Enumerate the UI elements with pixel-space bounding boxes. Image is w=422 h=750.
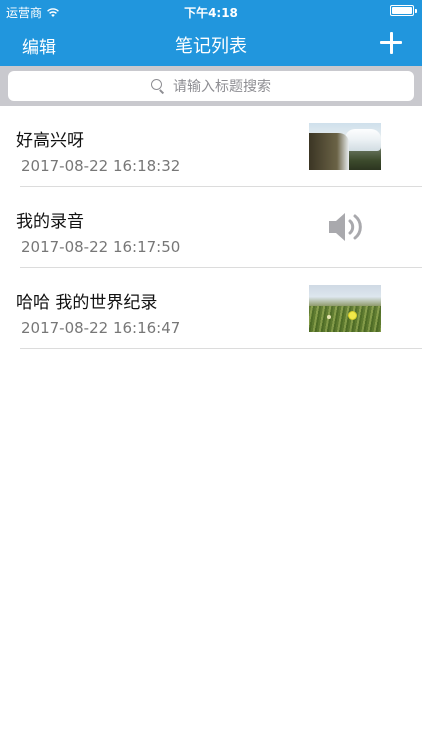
navigation-bar: 编辑 笔记列表 (0, 22, 422, 66)
battery-icon (390, 5, 417, 16)
header: 运营商 下午4:18 编辑 笔记列表 (0, 0, 422, 66)
search-placeholder: 请输入标题搜索 (173, 79, 271, 95)
notes-list: 好高兴呀 2017-08-22 16:18:32 我的录音 2017-08-22… (0, 106, 422, 349)
note-title: 我的录音 (16, 212, 84, 232)
list-item[interactable]: 我的录音 2017-08-22 16:17:50 (0, 187, 422, 268)
flower-thumbnail (309, 285, 381, 332)
note-timestamp: 2017-08-22 16:16:47 (21, 319, 181, 337)
note-timestamp: 2017-08-22 16:18:32 (21, 157, 181, 175)
note-title: 哈哈 我的世界纪录 (16, 293, 158, 313)
waterfall-thumbnail (309, 123, 381, 170)
search-icon (151, 79, 165, 93)
page-title: 笔记列表 (175, 36, 247, 57)
status-bar: 运营商 下午4:18 (0, 0, 422, 22)
note-timestamp: 2017-08-22 16:17:50 (21, 238, 181, 256)
status-time: 下午4:18 (184, 6, 238, 20)
note-title: 好高兴呀 (16, 131, 84, 151)
add-note-button[interactable] (378, 30, 404, 56)
list-item[interactable]: 哈哈 我的世界纪录 2017-08-22 16:16:47 (0, 268, 422, 349)
list-item[interactable]: 好高兴呀 2017-08-22 16:18:32 (0, 106, 422, 187)
search-input[interactable]: 请输入标题搜索 (8, 71, 414, 101)
search-bar: 请输入标题搜索 (0, 66, 422, 106)
speaker-icon (329, 213, 362, 241)
